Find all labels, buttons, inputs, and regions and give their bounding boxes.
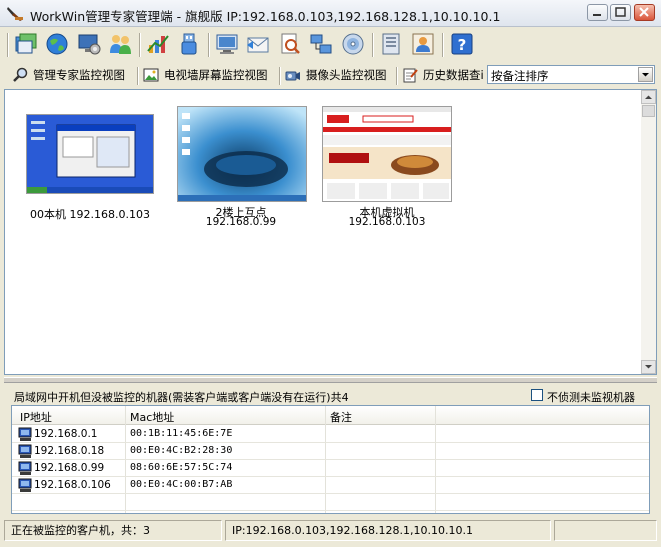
row-ip: 192.168.0.99: [34, 462, 105, 474]
monitor-thumbnail-item[interactable]: 本机虚拟机 192.168.0.103: [317, 106, 457, 231]
maximize-button[interactable]: [610, 4, 631, 21]
help-icon[interactable]: ?: [449, 31, 475, 57]
row-ip: 192.168.0.18: [34, 445, 105, 457]
tab-label: 历史数据查i: [423, 68, 484, 82]
chevron-up-icon: [645, 95, 652, 99]
search-magnifier-icon: [13, 67, 28, 82]
no-detect-checkbox[interactable]: [531, 389, 543, 401]
document-search-icon[interactable]: [277, 31, 303, 57]
monitor-name: 00本机 192.168.0.103: [30, 208, 150, 221]
desktop-screenshot-icon: [27, 115, 153, 193]
table-row[interactable]: 192.168.0.18 00:E0:4C:B2:28:30: [12, 443, 649, 460]
globe-icon[interactable]: [44, 31, 70, 57]
column-header-mac[interactable]: Mac地址: [130, 409, 174, 425]
table-row[interactable]: 192.168.0.1 00:1B:11:45:6E:7E: [12, 426, 649, 443]
computer-icon: [18, 427, 32, 441]
minimize-icon: [593, 14, 601, 16]
chevron-down-icon: [642, 73, 649, 77]
status-empty-pane: [554, 520, 657, 541]
row-mac: 00:E0:4C:B2:28:30: [130, 445, 233, 456]
scroll-up-button[interactable]: [641, 90, 656, 104]
remote-screen-preview: [26, 114, 154, 194]
toolbar-separator: [139, 33, 140, 57]
table-row[interactable]: 192.168.0.106 00:E0:4C:00:B7:AB: [12, 477, 649, 494]
app-logo-icon: [7, 7, 23, 21]
picture-icon: [143, 68, 159, 82]
network-icon[interactable]: [308, 31, 334, 57]
users-icon[interactable]: [107, 31, 133, 57]
close-icon: [639, 7, 649, 17]
scroll-thumb[interactable]: [642, 105, 655, 117]
tab-separator: [137, 67, 138, 85]
list-header: IP地址 Mac地址 备注: [12, 406, 649, 425]
computer-icon: [18, 478, 32, 492]
lan-panel-header: 局域网中开机但没被监控的机器(需装客户端或客户端没有在运行)共4 不侦测未监视机…: [4, 386, 657, 404]
column-header-ip[interactable]: IP地址: [20, 409, 52, 425]
camera-icon: [285, 71, 300, 81]
app-window-icon[interactable]: [13, 31, 39, 57]
sort-order-value: 按备注排序: [491, 69, 549, 83]
row-ip: 192.168.0.1: [34, 428, 98, 440]
window-title: WorkWin管理专家管理端 - 旗舰版 IP:192.168.0.103,19…: [30, 9, 501, 24]
tab-label: 摄像头监控视图: [306, 68, 387, 82]
print-icon[interactable]: [378, 31, 404, 57]
toolbar-separator: [372, 33, 373, 57]
notepad-icon: [403, 68, 418, 83]
tab-separator: [279, 67, 280, 85]
remote-screen-preview: [322, 106, 452, 202]
maximize-icon: [615, 7, 626, 17]
tab-label: 电视墙屏幕监控视图: [164, 68, 268, 82]
computer-icon: [18, 444, 32, 458]
user-card-icon[interactable]: [410, 31, 436, 57]
lan-panel-heading: 局域网中开机但没被监控的机器(需装客户端或客户端没有在运行)共4: [14, 391, 349, 404]
monitor-thumbnail-item[interactable]: 2楼上互点 192.168.0.99: [171, 106, 311, 231]
row-mac: 00:E0:4C:00:B7:AB: [130, 479, 233, 490]
computer-icon: [18, 461, 32, 475]
desktop-screenshot-icon: [323, 107, 451, 201]
title-bar: WorkWin管理专家管理端 - 旗舰版 IP:192.168.0.103,19…: [0, 0, 661, 27]
panel-splitter[interactable]: [4, 377, 657, 383]
scroll-down-button[interactable]: [641, 360, 656, 374]
minimize-button[interactable]: [587, 4, 608, 21]
vertical-scrollbar[interactable]: [641, 90, 656, 374]
toolbar-separator: [7, 33, 8, 57]
row-mac: 08:60:6E:57:5C:74: [130, 462, 233, 473]
unmonitored-machines-list: IP地址 Mac地址 备注 192.168.0.1 00:1B:11:45:6E…: [11, 405, 650, 514]
table-row[interactable]: 192.168.0.99 08:60:6E:57:5C:74: [12, 460, 649, 477]
row-mac: 00:1B:11:45:6E:7E: [130, 428, 233, 439]
dropdown-button[interactable]: [638, 67, 653, 82]
status-bar: 正在被监控的客户机，共：3 IP:192.168.0.103,192.168.1…: [0, 518, 661, 547]
settings-monitor-icon[interactable]: [76, 31, 102, 57]
chart-icon[interactable]: [145, 31, 171, 57]
monitor-ip: 192.168.0.99: [205, 216, 277, 228]
mail-icon[interactable]: [245, 31, 271, 57]
close-button[interactable]: [634, 4, 655, 21]
row-divider: [12, 510, 649, 511]
desktop-screenshot-icon: [178, 107, 306, 201]
monitor-ip: 192.168.0.103: [348, 216, 426, 228]
remote-screen-preview: [177, 106, 307, 202]
tab-separator: [396, 67, 397, 85]
toolbar-separator: [208, 33, 209, 57]
monitor-thumbnail-area: 00本机 192.168.0.103 2楼上互点 192.168.0.99 本机…: [4, 89, 657, 375]
column-header-note[interactable]: 备注: [330, 409, 352, 425]
status-client-count: 正在被监控的客户机，共：3: [4, 520, 222, 541]
row-ip: 192.168.0.106: [34, 479, 111, 491]
svg-text:?: ?: [458, 36, 467, 54]
chevron-down-icon: [645, 365, 652, 369]
computer-icon[interactable]: [214, 31, 240, 57]
status-ip-list: IP:192.168.0.103,192.168.128.1,10.10.10.…: [225, 520, 551, 541]
toolbar-separator: [442, 33, 443, 57]
main-toolbar: ?: [0, 28, 661, 62]
disc-icon[interactable]: [340, 31, 366, 57]
sort-order-select[interactable]: 按备注排序: [487, 65, 655, 84]
monitor-thumbnail-item[interactable]: 00本机 192.168.0.103: [26, 114, 154, 224]
usb-icon[interactable]: [176, 31, 202, 57]
tab-label: 管理专家监控视图: [33, 68, 125, 82]
no-detect-checkbox-label[interactable]: 不侦测未监视机器: [547, 389, 635, 405]
